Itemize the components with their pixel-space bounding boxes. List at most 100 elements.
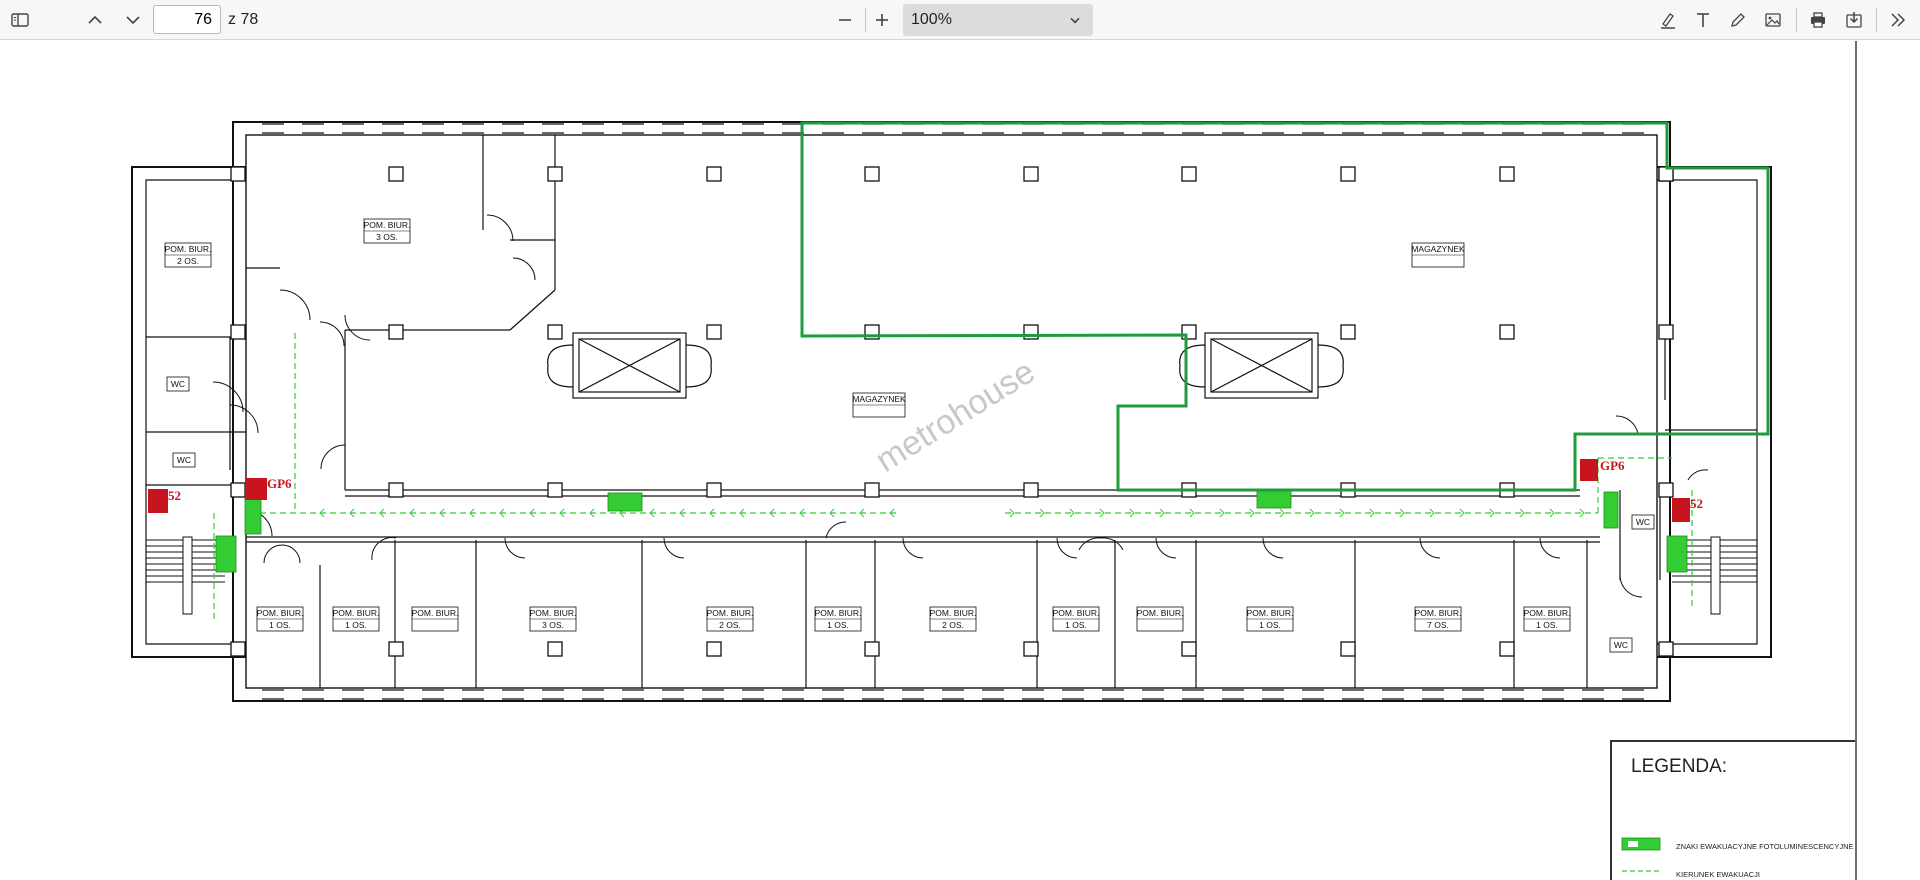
evacuation-signs <box>215 489 1688 573</box>
column <box>547 641 563 657</box>
column <box>1658 324 1674 340</box>
previous-page-button[interactable] <box>79 4 111 36</box>
gp6-label-right: GP6 <box>1600 458 1625 473</box>
column <box>547 166 563 182</box>
legend-item-evac-direction: KIERUNEK EWAKUACJI <box>1676 870 1760 879</box>
column <box>388 166 404 182</box>
column <box>388 482 404 498</box>
zoom-out-button[interactable] <box>829 4 861 36</box>
toolbar-divider <box>1876 8 1877 32</box>
chevron-down-icon <box>1070 17 1080 24</box>
room-name: POM. BIUR. <box>257 608 304 618</box>
staircase-left <box>146 536 225 615</box>
image-icon[interactable] <box>1757 4 1789 36</box>
room-capacity: 1 OS. <box>827 620 849 630</box>
column <box>1023 641 1039 657</box>
legend-box: LEGENDA: ZNAKI EWAKUACYJNE FOTOLUMINESCE… <box>1610 740 1855 880</box>
room-name: POM. BIUR. <box>815 608 862 618</box>
room-name: WC <box>171 379 185 389</box>
room-name: POM. BIUR. <box>1053 608 1100 618</box>
column <box>864 166 880 182</box>
column <box>230 641 246 657</box>
save-download-icon[interactable] <box>1838 4 1870 36</box>
column <box>864 641 880 657</box>
column <box>706 482 722 498</box>
room-name: MAGAZYNEK <box>1411 244 1465 254</box>
column <box>1023 166 1039 182</box>
legend-title: LEGENDA: <box>1631 756 1728 777</box>
evac-sign-swatch <box>1621 837 1661 851</box>
highlight-icon[interactable] <box>1652 4 1684 36</box>
column <box>1340 324 1356 340</box>
room-capacity: 1 OS. <box>345 620 367 630</box>
room-capacity: 1 OS. <box>269 620 291 630</box>
column <box>1181 166 1197 182</box>
next-page-button[interactable] <box>117 4 149 36</box>
hydrant-label-right: 52 <box>1690 496 1703 511</box>
column <box>706 166 722 182</box>
hydrant-label-left: 52 <box>168 488 181 503</box>
column <box>1340 166 1356 182</box>
column <box>388 641 404 657</box>
vertical-scrollbar[interactable] <box>1855 41 1920 880</box>
draw-icon[interactable] <box>1722 4 1754 36</box>
column <box>1499 324 1515 340</box>
column <box>547 324 563 340</box>
room-name: POM. BIUR. <box>930 608 977 618</box>
column <box>1340 641 1356 657</box>
column <box>864 482 880 498</box>
room-capacity: 2 OS. <box>719 620 741 630</box>
room-name: POM. BIUR. <box>707 608 754 618</box>
column <box>1181 324 1197 340</box>
text-icon[interactable] <box>1687 4 1719 36</box>
evacuation-arrows <box>319 508 1585 518</box>
room-name: POM. BIUR. <box>1137 608 1184 618</box>
evac-route-swatch <box>1622 870 1662 872</box>
room-capacity: 3 OS. <box>542 620 564 630</box>
room-capacity: 2 OS. <box>177 256 199 266</box>
legend-item-evac-signs: ZNAKI EWAKUACYJNE FOTOLUMINESCENCYJNE <box>1676 842 1854 851</box>
column <box>388 324 404 340</box>
column <box>706 324 722 340</box>
page-total-label: z 78 <box>228 11 259 28</box>
room-capacity: 3 OS. <box>376 232 398 242</box>
room-capacity: 1 OS. <box>1259 620 1281 630</box>
room-name: WC <box>177 455 191 465</box>
zoom-level-dropdown[interactable]: 100% <box>903 4 1093 36</box>
room-name: WC <box>1636 517 1650 527</box>
room-name: POM. BIUR. <box>412 608 459 618</box>
pdf-toolbar: z 78 100% <box>0 0 1920 40</box>
elevator-shaft-right <box>1179 332 1344 399</box>
room-capacity: 1 OS. <box>1065 620 1087 630</box>
column <box>230 166 246 182</box>
room-name: POM. BIUR. <box>165 244 212 254</box>
column <box>547 482 563 498</box>
room-name: POM. BIUR. <box>1524 608 1571 618</box>
zoom-level-value: 100% <box>911 11 952 28</box>
pdf-page-view: GP6 GP6 52 52 metrohouse POM. BIUR. 2 OS.… <box>0 41 1855 880</box>
double-chevron-right-icon[interactable] <box>1882 4 1914 36</box>
column <box>1023 482 1039 498</box>
column <box>1658 641 1674 657</box>
page-number-input[interactable] <box>153 5 221 34</box>
sidebar-toggle-icon[interactable] <box>4 4 36 36</box>
room-name: POM. BIUR. <box>1247 608 1294 618</box>
room-name: MAGAZYNEK <box>852 394 906 404</box>
room-capacity: 2 OS. <box>942 620 964 630</box>
room-name: POM. BIUR. <box>364 220 411 230</box>
zoom-in-button[interactable] <box>866 4 898 36</box>
room-name: POM. BIUR. <box>1415 608 1462 618</box>
column <box>1499 641 1515 657</box>
room-capacity: 1 OS. <box>1536 620 1558 630</box>
column <box>1181 641 1197 657</box>
print-icon[interactable] <box>1802 4 1834 36</box>
floor-plan: GP6 GP6 52 52 metrohouse POM. BIUR.2 OS.… <box>131 121 1772 702</box>
evacuation-route <box>213 333 1693 620</box>
toolbar-divider <box>1796 8 1797 32</box>
room-capacity: 7 OS. <box>1427 620 1449 630</box>
room-name: WC <box>1614 640 1628 650</box>
column <box>1499 166 1515 182</box>
gp6-label-left: GP6 <box>267 476 292 491</box>
elevator-shaft-left <box>547 332 712 399</box>
room-name: POM. BIUR. <box>333 608 380 618</box>
